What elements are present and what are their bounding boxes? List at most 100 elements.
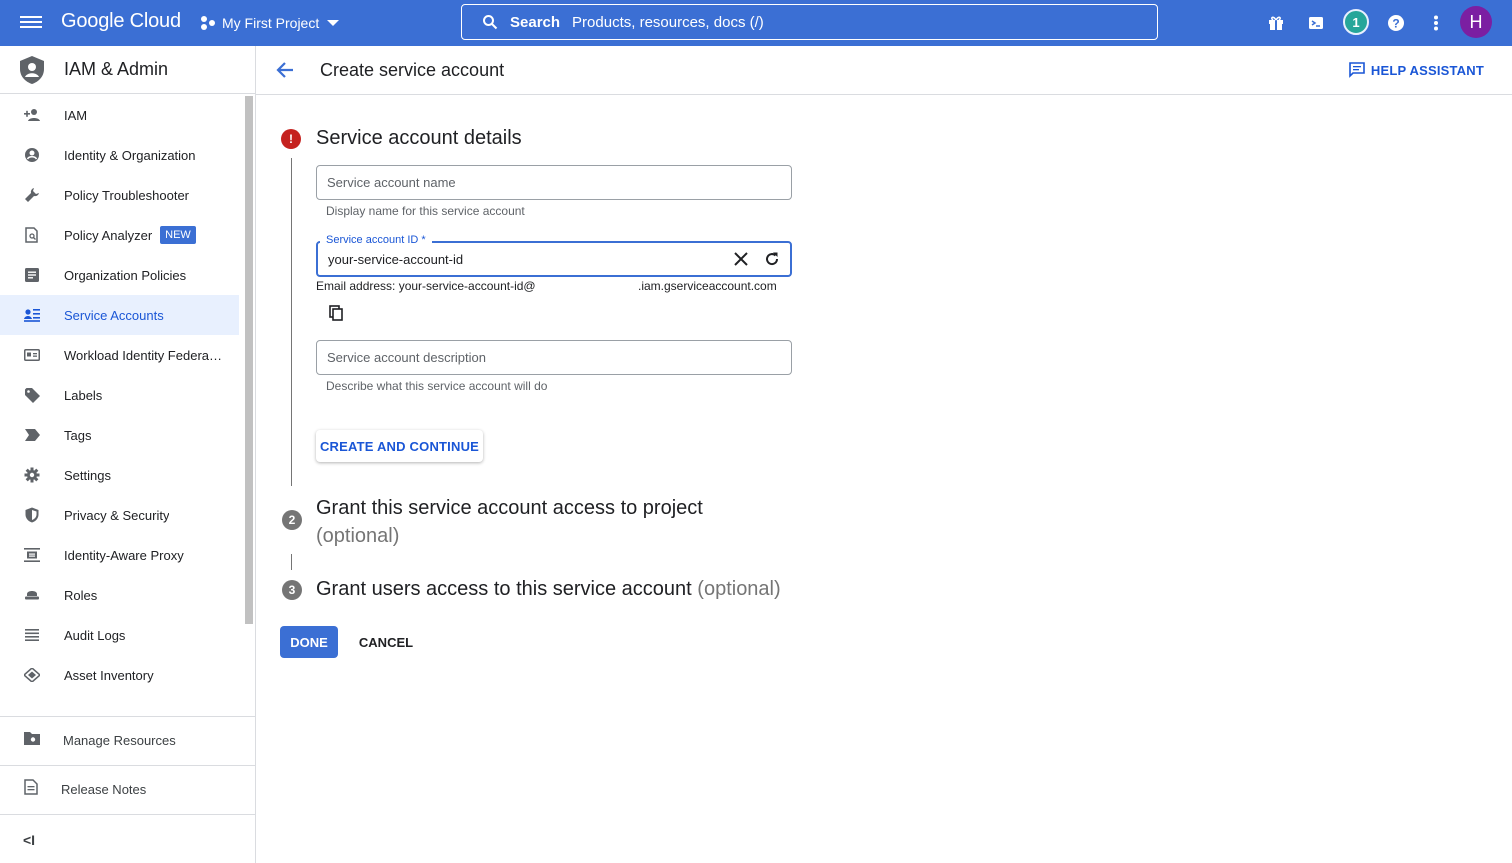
step-3-number: 3 xyxy=(282,580,302,600)
sidebar: IAM & Admin IAM Identity & Organization … xyxy=(0,46,256,863)
folder-gear-icon xyxy=(24,731,40,750)
sidebar-item-identity-organization[interactable]: Identity & Organization xyxy=(0,135,239,175)
sidebar-item-privacy-security[interactable]: Privacy & Security xyxy=(0,495,239,535)
service-account-name-field[interactable] xyxy=(316,165,792,200)
sidebar-header: IAM & Admin xyxy=(0,46,255,94)
email-address-suffix: .iam.gserviceaccount.com xyxy=(638,279,777,293)
lines-icon xyxy=(24,627,40,643)
sidebar-item-label: Policy Troubleshooter xyxy=(64,187,190,203)
top-bar: Google Cloud My First Project Search Pro… xyxy=(0,0,1512,46)
sidebar-item-label: Labels xyxy=(64,387,103,403)
page-header: Create service account HELP ASSISTANT xyxy=(256,46,1512,95)
sidebar-item-label: Organization Policies xyxy=(64,267,187,283)
step-3-title[interactable]: Grant users access to this service accou… xyxy=(316,578,781,601)
service-account-id-input[interactable] xyxy=(318,243,790,275)
sidebar-scrollbar[interactable] xyxy=(245,96,253,624)
sidebar-item-service-accounts[interactable]: Service Accounts xyxy=(0,295,239,335)
sidebar-item-label: Tags xyxy=(64,427,92,443)
done-button[interactable]: DONE xyxy=(280,626,338,658)
sidebar-item-label: Roles xyxy=(64,587,98,603)
help-assistant-label: HELP ASSISTANT xyxy=(1370,62,1484,78)
sidebar-item-label: Identity-Aware Proxy xyxy=(64,547,184,563)
search-placeholder: Products, resources, docs (/) xyxy=(572,13,764,31)
sidebar-item-label: Workload Identity Federat… xyxy=(64,347,224,363)
step-3-title-text: Grant users access to this service accou… xyxy=(316,578,692,600)
sidebar-nav: IAM Identity & Organization Policy Troub… xyxy=(0,95,255,717)
sidebar-item-label: Policy Analyzer xyxy=(64,227,153,243)
service-account-icon xyxy=(24,307,40,323)
release-notes-label: Release Notes xyxy=(61,782,147,797)
sidebar-item-label: Identity & Organization xyxy=(64,147,196,163)
sidebar-item-audit-logs[interactable]: Audit Logs xyxy=(0,615,239,655)
sidebar-item-workload-identity-federation[interactable]: Workload Identity Federat… xyxy=(0,335,239,375)
menu-icon[interactable] xyxy=(20,13,42,31)
sidebar-item-label: Settings xyxy=(64,467,111,483)
tag-icon xyxy=(24,427,40,443)
sidebar-item-asset-inventory[interactable]: Asset Inventory xyxy=(0,655,239,695)
create-and-continue-button[interactable]: CREATE AND CONTINUE xyxy=(316,430,483,462)
feedback-icon xyxy=(1349,62,1365,78)
sidebar-title: IAM & Admin xyxy=(64,59,169,79)
sidebar-item-settings[interactable]: Settings xyxy=(0,455,239,495)
more-vert-icon[interactable] xyxy=(1424,11,1448,35)
step-connector xyxy=(291,554,292,570)
cloud-shell-icon[interactable] xyxy=(1304,11,1328,35)
iam-shield-icon xyxy=(20,55,44,84)
account-circle-icon xyxy=(24,147,40,163)
sidebar-item-roles[interactable]: Roles xyxy=(0,575,239,615)
avatar[interactable]: H xyxy=(1460,6,1492,38)
gift-icon[interactable] xyxy=(1264,11,1288,35)
service-account-name-input[interactable] xyxy=(317,166,791,199)
help-icon[interactable]: ? xyxy=(1384,11,1408,35)
roles-icon xyxy=(24,587,40,603)
step-2-optional: (optional) xyxy=(316,525,400,547)
sidebar-item-policy-analyzer[interactable]: Policy Analyzer NEW xyxy=(0,215,239,255)
wrench-icon xyxy=(24,187,40,203)
sidebar-item-label: Asset Inventory xyxy=(64,667,154,683)
label-icon xyxy=(24,387,40,403)
notification-badge[interactable]: 1 xyxy=(1343,9,1369,35)
list-document-icon xyxy=(24,267,40,283)
back-arrow-icon[interactable] xyxy=(274,59,296,81)
document-search-icon xyxy=(24,227,40,243)
sidebar-item-manage-resources[interactable]: Manage Resources xyxy=(0,716,255,764)
sidebar-item-labels[interactable]: Labels xyxy=(0,375,239,415)
chevron-down-icon xyxy=(327,20,340,26)
collapse-sidebar-button[interactable]: <I xyxy=(23,832,43,848)
service-account-id-field[interactable] xyxy=(316,241,792,277)
name-hint: Display name for this service account xyxy=(326,204,525,218)
release-notes-icon xyxy=(24,779,38,800)
service-account-description-input[interactable] xyxy=(317,341,791,374)
step-2-title[interactable]: Grant this service account access to pro… xyxy=(316,494,736,550)
step-connector xyxy=(291,158,292,486)
search-bar[interactable]: Search Products, resources, docs (/) xyxy=(461,4,1158,40)
sidebar-item-iam[interactable]: IAM xyxy=(0,95,239,135)
sidebar-item-organization-policies[interactable]: Organization Policies xyxy=(0,255,239,295)
sidebar-item-label: IAM xyxy=(64,107,88,123)
sidebar-item-identity-aware-proxy[interactable]: Identity-Aware Proxy xyxy=(0,535,239,575)
help-assistant-button[interactable]: HELP ASSISTANT xyxy=(1349,62,1484,78)
google-cloud-logo[interactable]: Google Cloud xyxy=(61,10,181,33)
step-2-number: 2 xyxy=(282,510,302,530)
service-account-id-label: Service account ID * xyxy=(320,234,432,246)
copy-icon[interactable] xyxy=(328,305,344,321)
cancel-button[interactable]: CANCEL xyxy=(352,626,420,658)
refresh-icon[interactable] xyxy=(764,251,780,267)
description-hint: Describe what this service account will … xyxy=(326,379,548,393)
gear-icon xyxy=(24,467,40,483)
service-account-description-field[interactable] xyxy=(316,340,792,375)
project-selector[interactable]: My First Project xyxy=(200,11,340,35)
clear-icon[interactable] xyxy=(734,252,748,266)
manage-resources-label: Manage Resources xyxy=(63,733,176,748)
sidebar-item-release-notes[interactable]: Release Notes xyxy=(0,765,255,813)
project-icon xyxy=(201,16,215,30)
sidebar-item-tags[interactable]: Tags xyxy=(0,415,239,455)
sidebar-item-label: Privacy & Security xyxy=(64,507,170,523)
sidebar-item-policy-troubleshooter[interactable]: Policy Troubleshooter xyxy=(0,175,239,215)
step-3-optional: (optional) xyxy=(697,578,781,600)
email-address-prefix: Email address: your-service-account-id@ xyxy=(316,279,536,293)
sidebar-item-label: Audit Logs xyxy=(64,627,126,643)
svg-text:?: ? xyxy=(1392,17,1399,31)
search-label: Search xyxy=(510,13,561,31)
search-icon xyxy=(483,15,498,30)
